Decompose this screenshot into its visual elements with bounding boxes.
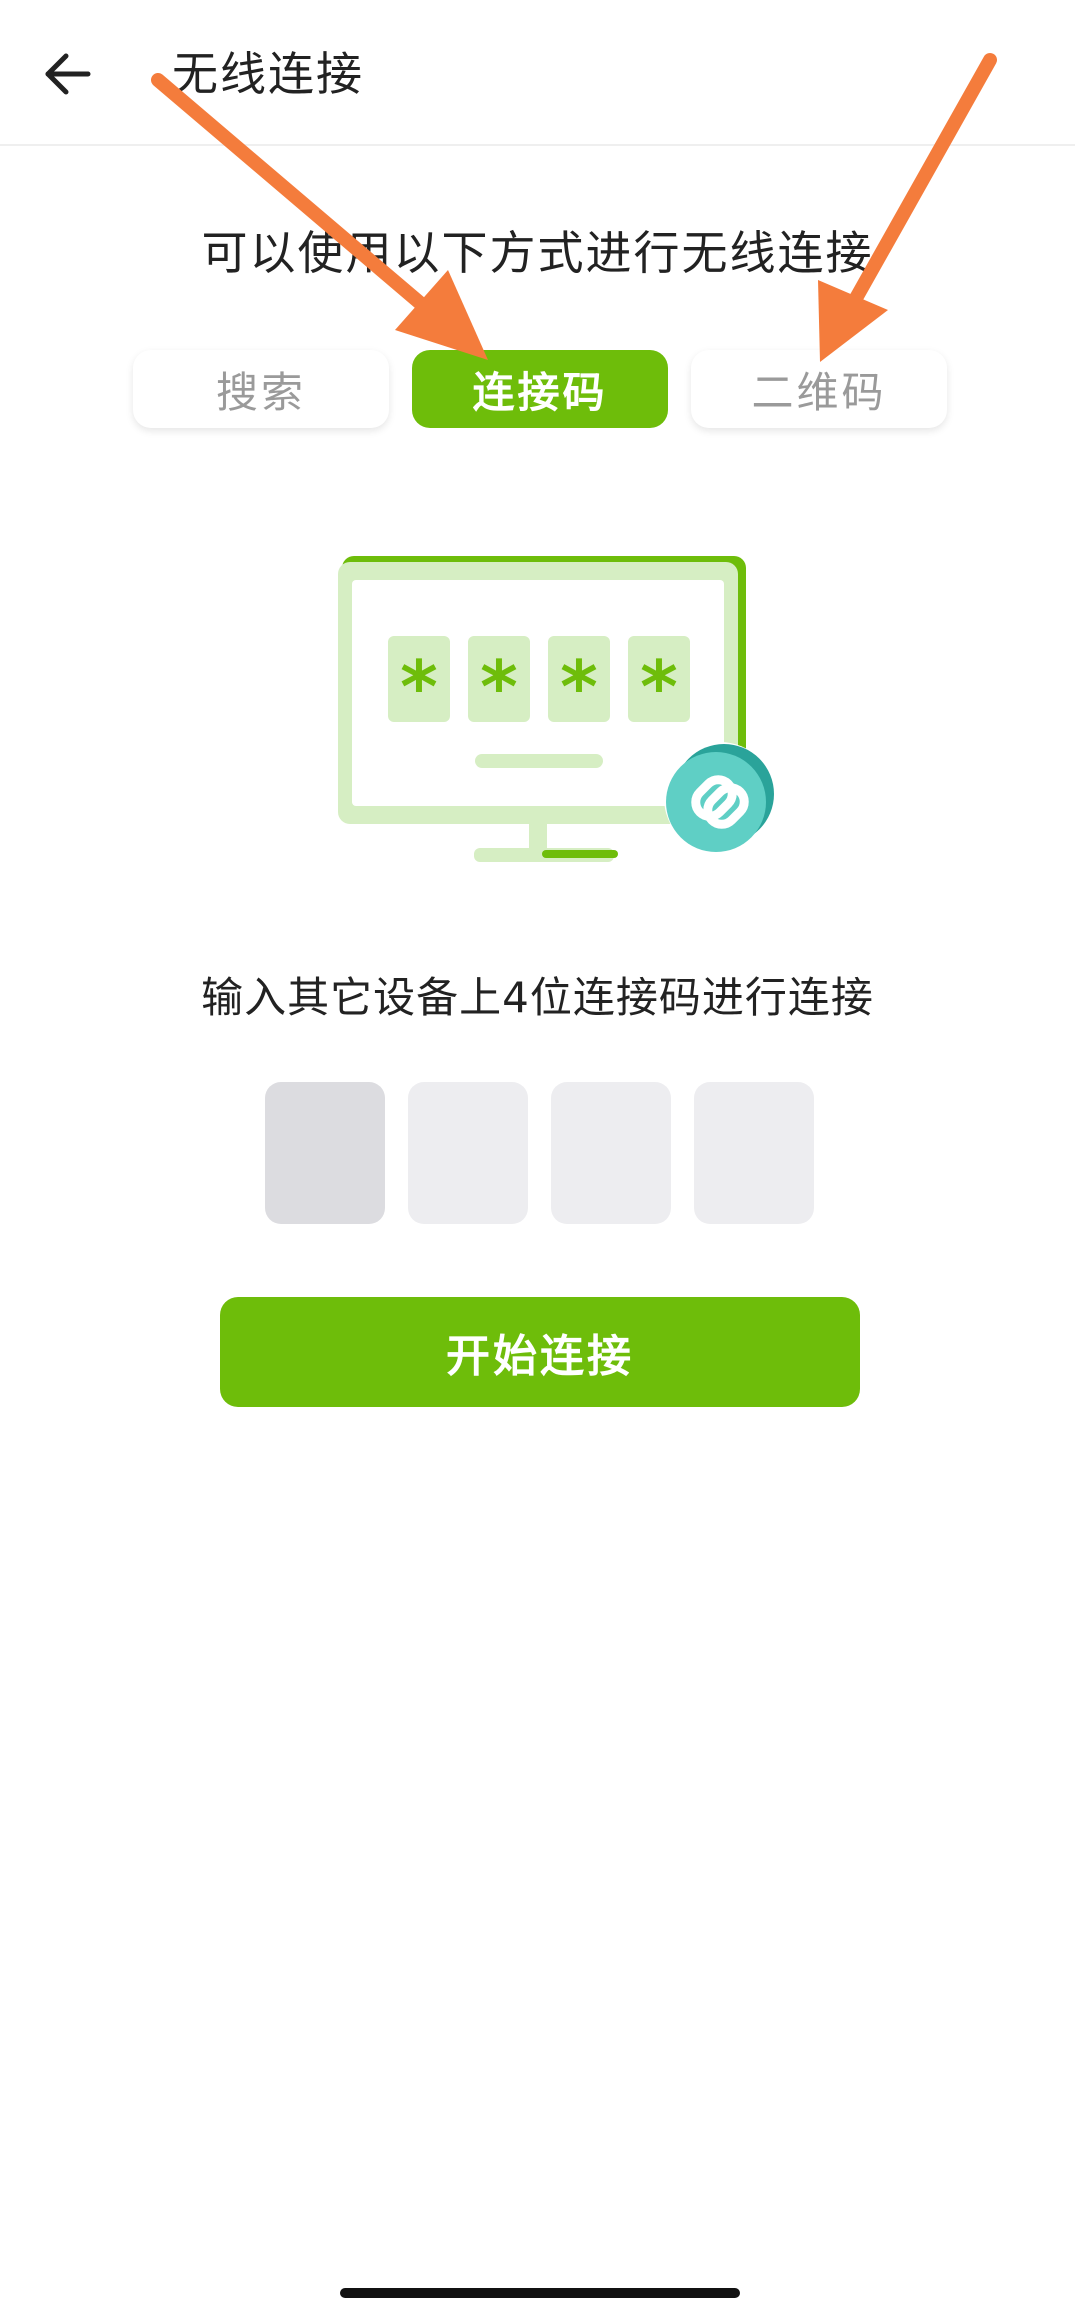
arrow-left-icon <box>45 53 91 95</box>
link-icon <box>664 742 776 854</box>
tab-qr-code[interactable]: 二维码 <box>691 350 947 428</box>
connection-code-illustration: * * * * <box>310 540 790 880</box>
code-digit-input-1[interactable] <box>265 1082 385 1224</box>
back-button[interactable] <box>36 42 100 106</box>
code-digit-input-3[interactable] <box>551 1082 671 1224</box>
masked-digit-3: * <box>560 645 598 729</box>
connection-methods-instruction: 可以使用以下方式进行无线连接 <box>201 226 874 280</box>
code-entry-hint: 输入其它设备上4位连接码进行连接 <box>201 973 874 1022</box>
code-digit-input-2[interactable] <box>408 1082 528 1224</box>
code-digit-input-4[interactable] <box>694 1082 814 1224</box>
masked-digit-1: * <box>400 645 438 729</box>
tab-search[interactable]: 搜索 <box>133 350 389 428</box>
home-indicator[interactable] <box>340 2288 740 2298</box>
page-title: 无线连接 <box>172 47 364 101</box>
annotation-arrows <box>151 53 997 362</box>
start-connect-button[interactable]: 开始连接 <box>220 1297 860 1407</box>
masked-digit-2: * <box>480 645 518 729</box>
masked-digit-4: * <box>640 645 678 729</box>
tab-connection-code[interactable]: 连接码 <box>412 350 668 428</box>
wireless-connect-screen: 无线连接 可以使用以下方式进行无线连接 搜索 连接码 二维码 * * * * 输… <box>0 0 1075 2315</box>
app-header: 无线连接 <box>0 0 1075 146</box>
